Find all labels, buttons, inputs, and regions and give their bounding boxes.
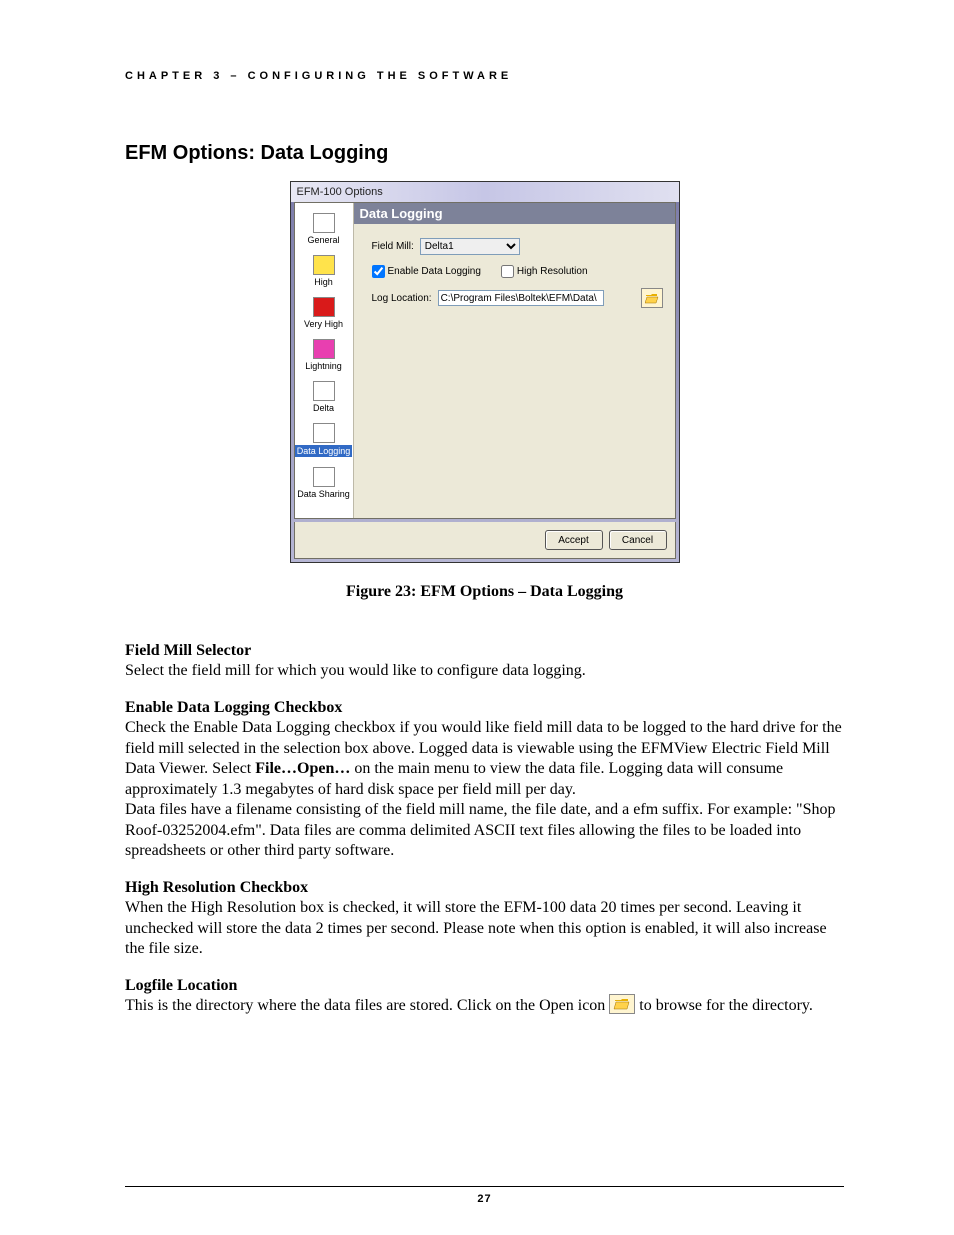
options-dialog: EFM-100 Options General High Very High L… [290,181,680,563]
chapter-header: CHAPTER 3 – CONFIGURING THE SOFTWARE [125,70,844,82]
titlebar: EFM-100 Options [291,182,679,202]
panel-title: Data Logging [354,203,675,224]
lightning-icon [313,339,335,359]
section-title: EFM Options: Data Logging [125,142,844,165]
field-mill-label: Field Mill: [372,241,414,252]
datalogging-icon [313,423,335,443]
enable-logging-checkbox[interactable]: Enable Data Logging [372,265,481,278]
heading-enable-logging: Enable Data Logging Checkbox [125,699,342,716]
sidebar-item-label: Data Sharing [297,489,350,499]
body-text: When the High Resolution box is checked,… [125,899,827,957]
log-location-input[interactable] [438,290,604,306]
sidebar-item-lightning[interactable]: Lightning [295,335,353,377]
sidebar-item-label: Data Logging [295,445,353,457]
sidebar: General High Very High Lightning Delta [295,203,354,518]
sidebar-item-general[interactable]: General [295,209,353,251]
sidebar-item-label: High [314,277,333,287]
sidebar-item-veryhigh[interactable]: Very High [295,293,353,335]
checkbox-label: High Resolution [517,266,588,277]
page-number: 27 [125,1186,844,1205]
delta-icon [313,381,335,401]
high-resolution-checkbox[interactable]: High Resolution [501,265,588,278]
accept-button[interactable]: Accept [545,530,603,550]
body-text: This is the directory where the data fil… [125,997,609,1014]
cancel-button[interactable]: Cancel [609,530,667,550]
body-text: Select the field mill for which you woul… [125,662,586,679]
bold-text: File…Open… [255,760,350,777]
open-folder-icon [645,292,659,304]
checkbox-label: Enable Data Logging [388,266,481,277]
sidebar-item-label: Very High [304,319,343,329]
sidebar-item-datalogging[interactable]: Data Logging [295,419,353,463]
browse-button[interactable] [641,288,663,308]
figure-caption: Figure 23: EFM Options – Data Logging [125,583,844,601]
heading-logfile-location: Logfile Location [125,977,237,994]
datasharing-icon [313,467,335,487]
sidebar-item-datasharing[interactable]: Data Sharing [295,463,353,505]
sidebar-item-label: Delta [313,403,334,413]
field-mill-select[interactable]: Delta1 [420,238,520,255]
heading-high-resolution: High Resolution Checkbox [125,879,308,896]
high-icon [313,255,335,275]
open-folder-icon [609,994,635,1014]
folder-icon [313,213,335,233]
sidebar-item-delta[interactable]: Delta [295,377,353,419]
sidebar-item-high[interactable]: High [295,251,353,293]
body-text: Data files have a filename consisting of… [125,801,835,859]
sidebar-item-label: General [307,235,339,245]
veryhigh-icon [313,297,335,317]
heading-field-mill: Field Mill Selector [125,642,251,659]
body-text: to browse for the directory. [635,997,813,1014]
sidebar-item-label: Lightning [305,361,342,371]
log-location-label: Log Location: [372,293,432,304]
